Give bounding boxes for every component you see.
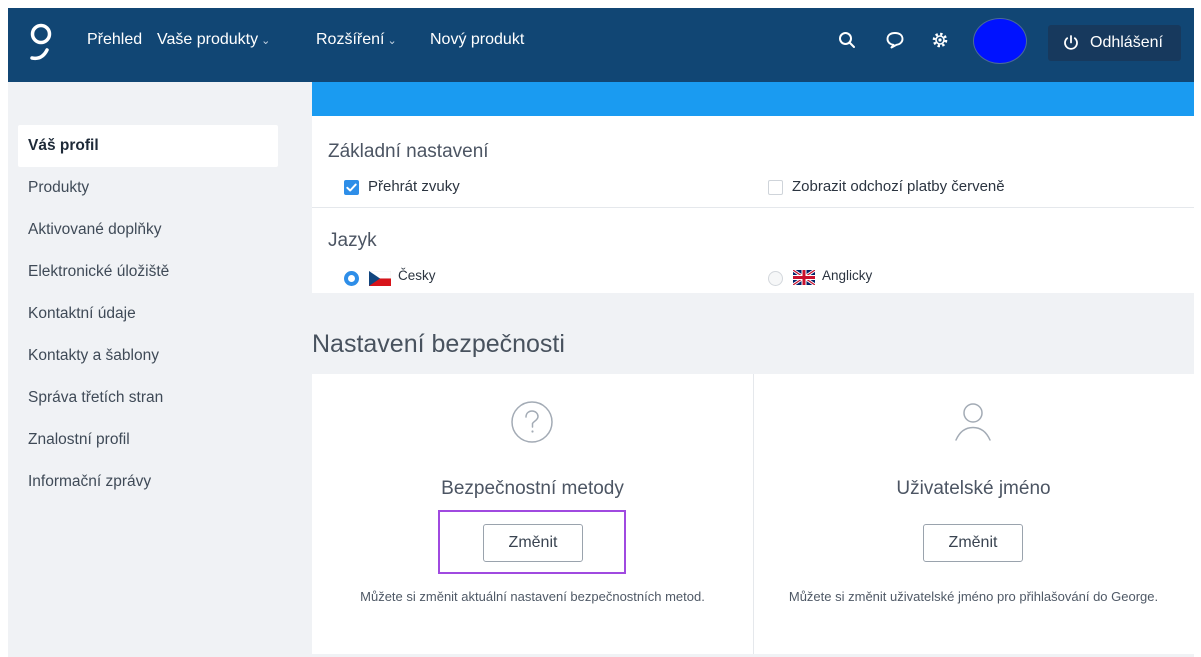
czech-label: Česky — [398, 268, 436, 283]
username-title: Uživatelské jméno — [896, 478, 1051, 499]
nav-extensions[interactable]: Rozšíření ⌄ — [316, 31, 397, 49]
czech-radio[interactable] — [344, 271, 359, 286]
sidebar-item-third-parties[interactable]: Správa třetích stran — [18, 377, 278, 419]
change-username-button[interactable]: Změnit — [923, 524, 1023, 562]
app-frame: Přehled Vaše produkty ⌄ Rozšíření ⌄ Nový p… — [8, 8, 1194, 657]
search-icon[interactable] — [837, 30, 857, 50]
red-payments-checkbox[interactable] — [768, 180, 783, 195]
uk-flag-icon — [793, 270, 815, 285]
security-settings-heading: Nastavení bezpečnosti — [312, 330, 565, 358]
nav-new-product[interactable]: Nový produkt — [430, 31, 524, 49]
checkmark-icon — [346, 183, 357, 192]
chevron-down-icon: ⌄ — [387, 35, 397, 47]
username-panel: Uživatelské jméno Změnit Můžete si změni… — [753, 374, 1194, 654]
username-description: Můžete si změnit uživatelské jméno pro p… — [788, 589, 1159, 604]
nav-your-products[interactable]: Vaše produkty ⌄ — [157, 31, 270, 49]
sidebar-item-your-profile[interactable]: Váš profil — [18, 125, 278, 167]
logout-button[interactable]: Odhlášení — [1048, 25, 1181, 61]
accent-bar — [312, 82, 1194, 116]
section-divider — [312, 207, 1194, 208]
george-logo-icon[interactable] — [28, 22, 54, 66]
sidebar-item-info-messages[interactable]: Informační zprávy — [18, 461, 278, 503]
top-navigation-bar: Přehled Vaše produkty ⌄ Rozšíření ⌄ Nový p… — [8, 8, 1194, 82]
security-methods-panel: Bezpečnostní metody Změnit Můžete si změ… — [312, 374, 753, 654]
basic-settings-title: Základní nastavení — [328, 141, 489, 162]
gear-icon[interactable] — [930, 30, 950, 50]
sidebar-item-contacts-templates[interactable]: Kontakty a šablony — [18, 335, 278, 377]
sidebar-item-electronic-storage[interactable]: Elektronické úložiště — [18, 251, 278, 293]
security-settings-card: Bezpečnostní metody Změnit Můžete si změ… — [312, 374, 1194, 654]
security-methods-description: Můžete si změnit aktuální nastavení bezp… — [360, 589, 705, 604]
avatar[interactable] — [973, 18, 1027, 64]
basic-settings-card: Základní nastavení Přehrát zvuky Zobrazi… — [312, 116, 1194, 293]
chat-bubble-icon[interactable] — [885, 30, 905, 50]
play-sounds-checkbox[interactable] — [344, 180, 359, 195]
english-label: Anglicky — [822, 268, 873, 283]
power-icon — [1064, 35, 1078, 50]
user-icon — [955, 403, 991, 441]
red-payments-label: Zobrazit odchozí platby červeně — [792, 178, 1005, 195]
czech-flag-icon — [369, 271, 391, 286]
sidebar-item-activated-addons[interactable]: Aktivované doplňky — [18, 209, 278, 251]
sidebar-item-knowledge-profile[interactable]: Znalostní profil — [18, 419, 278, 461]
profile-sidebar: Váš profil Produkty Aktivované doplňky E… — [18, 125, 278, 503]
chevron-down-icon: ⌄ — [261, 35, 271, 47]
logout-label: Odhlášení — [1090, 34, 1163, 51]
security-methods-title: Bezpečnostní metody — [441, 478, 624, 499]
play-sounds-label: Přehrát zvuky — [368, 178, 460, 195]
language-title: Jazyk — [328, 230, 377, 251]
sidebar-item-contact-details[interactable]: Kontaktní údaje — [18, 293, 278, 335]
nav-overview[interactable]: Přehled — [87, 31, 142, 49]
english-radio[interactable] — [768, 271, 783, 286]
change-security-methods-button[interactable]: Změnit — [483, 524, 583, 562]
sidebar-item-products[interactable]: Produkty — [18, 167, 278, 209]
question-circle-icon — [511, 401, 553, 443]
